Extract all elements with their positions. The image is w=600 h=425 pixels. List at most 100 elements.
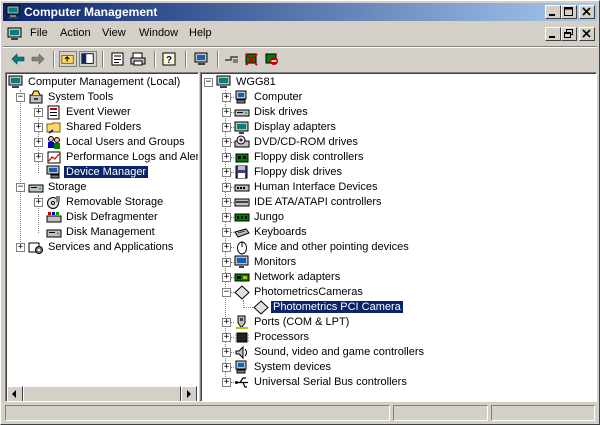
tree-label: Display adapters bbox=[254, 121, 336, 133]
tree-label: Disk Defragmenter bbox=[66, 211, 158, 223]
tree-label: Sound, video and game controllers bbox=[254, 346, 424, 358]
menu-window[interactable]: Window bbox=[139, 27, 178, 39]
tree-label: Keyboards bbox=[254, 226, 307, 238]
expand-toggle[interactable]: + bbox=[222, 138, 231, 147]
toolbar-separator bbox=[154, 51, 156, 68]
expand-toggle[interactable]: + bbox=[222, 198, 231, 207]
device-manager-icon bbox=[46, 165, 60, 179]
sound-icon bbox=[235, 345, 247, 360]
storage-icon bbox=[28, 184, 44, 193]
expand-toggle[interactable]: + bbox=[222, 153, 231, 162]
expand-toggle[interactable]: + bbox=[222, 243, 231, 252]
expand-toggle[interactable]: + bbox=[222, 108, 231, 117]
tree-label: IDE ATA/ATAPI controllers bbox=[254, 196, 382, 208]
close-button[interactable] bbox=[579, 5, 595, 19]
scan-hardware-icon[interactable] bbox=[193, 51, 211, 67]
toolbar-separator bbox=[102, 51, 104, 68]
tree-label: Computer Management (Local) bbox=[28, 76, 181, 88]
maximize-button[interactable] bbox=[561, 5, 577, 19]
tree-label: Mice and other pointing devices bbox=[254, 241, 409, 253]
tree-label: Ports (COM & LPT) bbox=[254, 316, 350, 328]
tree-label: Disk Management bbox=[66, 226, 155, 238]
help-icon[interactable]: ? bbox=[161, 51, 179, 67]
mdi-child-icon[interactable] bbox=[7, 27, 23, 41]
expand-toggle[interactable]: + bbox=[34, 108, 43, 117]
expand-toggle[interactable]: + bbox=[222, 228, 231, 237]
menu-bar: File Action View Window Help bbox=[3, 23, 597, 45]
close-icon bbox=[582, 29, 591, 38]
scroll-right-arrow-icon bbox=[187, 390, 191, 398]
up-one-level-icon[interactable] bbox=[59, 51, 77, 67]
child-minimize-button[interactable] bbox=[545, 27, 561, 41]
performance-logs-icon bbox=[47, 151, 61, 164]
show-hide-console-tree-icon[interactable] bbox=[79, 51, 97, 67]
child-close-button[interactable] bbox=[579, 27, 595, 41]
toolbar-separator bbox=[53, 51, 55, 68]
tree-label: PhotometricsCameras bbox=[254, 286, 363, 298]
expand-toggle[interactable]: + bbox=[222, 333, 231, 342]
child-restore-button[interactable] bbox=[561, 27, 577, 41]
tree-label: Network adapters bbox=[254, 271, 341, 283]
print-icon[interactable] bbox=[129, 51, 147, 67]
horizontal-scrollbar[interactable] bbox=[7, 386, 197, 401]
tree-label: Disk drives bbox=[254, 106, 308, 118]
maximize-icon bbox=[564, 7, 573, 16]
tree-label: WGG81 bbox=[236, 76, 276, 88]
tree-label: System Tools bbox=[48, 91, 114, 103]
menu-file[interactable]: File bbox=[30, 27, 48, 39]
collapse-toggle[interactable]: − bbox=[204, 78, 213, 87]
console-tree-pane[interactable]: Computer Management (Local) − System Too… bbox=[5, 72, 199, 402]
disable-device-icon[interactable] bbox=[263, 51, 281, 67]
collapse-toggle[interactable]: − bbox=[16, 93, 25, 102]
camera-device-icon bbox=[253, 300, 269, 315]
scroll-left-button[interactable] bbox=[7, 386, 23, 401]
expand-toggle[interactable]: + bbox=[222, 168, 231, 177]
keyboard-icon bbox=[234, 228, 250, 238]
title-bar[interactable]: Computer Management bbox=[3, 3, 597, 21]
expand-toggle[interactable]: + bbox=[222, 273, 231, 282]
tree-label: Floppy disk drives bbox=[254, 166, 343, 178]
disk-defragmenter-icon bbox=[46, 212, 62, 223]
update-driver-icon[interactable] bbox=[223, 51, 241, 67]
scroll-right-button[interactable] bbox=[181, 386, 197, 401]
expand-toggle[interactable]: + bbox=[222, 318, 231, 327]
expand-toggle[interactable]: + bbox=[222, 258, 231, 267]
expand-toggle[interactable]: + bbox=[16, 243, 25, 252]
tree-label: Monitors bbox=[254, 256, 297, 268]
expand-toggle[interactable]: + bbox=[34, 153, 43, 162]
properties-icon[interactable] bbox=[109, 51, 127, 67]
expand-toggle[interactable]: + bbox=[222, 123, 231, 132]
menu-action[interactable]: Action bbox=[60, 27, 91, 39]
scroll-thumb[interactable] bbox=[23, 386, 181, 401]
expand-toggle[interactable]: + bbox=[222, 348, 231, 357]
back-arrow-icon[interactable] bbox=[9, 51, 27, 67]
minimize-button[interactable] bbox=[545, 5, 561, 19]
services-applications-icon bbox=[28, 242, 43, 254]
minimize-icon bbox=[549, 14, 555, 16]
expand-toggle[interactable]: + bbox=[34, 138, 43, 147]
collapse-toggle[interactable]: − bbox=[16, 183, 25, 192]
expand-toggle[interactable]: + bbox=[34, 198, 43, 207]
shared-folder-icon bbox=[46, 122, 61, 134]
collapse-toggle[interactable]: − bbox=[222, 288, 231, 297]
tree-connector bbox=[244, 307, 253, 308]
users-icon bbox=[48, 136, 60, 149]
menu-view[interactable]: View bbox=[102, 27, 126, 39]
computer-management-window: Computer Management File Action View Win… bbox=[0, 0, 600, 425]
menu-help[interactable]: Help bbox=[189, 27, 212, 39]
ide-controller-icon bbox=[234, 198, 250, 207]
forward-arrow-icon[interactable] bbox=[29, 51, 47, 67]
expand-toggle[interactable]: + bbox=[222, 183, 231, 192]
toolbar-separator bbox=[217, 51, 219, 68]
disk-management-icon bbox=[46, 229, 62, 238]
expand-toggle[interactable]: + bbox=[34, 123, 43, 132]
device-tree-pane[interactable]: − WGG81 + Computer + Disk drives + Display ad… bbox=[200, 72, 597, 402]
expand-toggle[interactable]: + bbox=[222, 363, 231, 372]
status-cell-2 bbox=[393, 405, 488, 421]
scroll-left-arrow-icon bbox=[12, 390, 16, 398]
expand-toggle[interactable]: + bbox=[222, 213, 231, 222]
expand-toggle[interactable]: + bbox=[222, 93, 231, 102]
uninstall-icon[interactable] bbox=[243, 51, 261, 67]
expand-toggle[interactable]: + bbox=[222, 378, 231, 387]
system-device-icon bbox=[235, 360, 247, 374]
